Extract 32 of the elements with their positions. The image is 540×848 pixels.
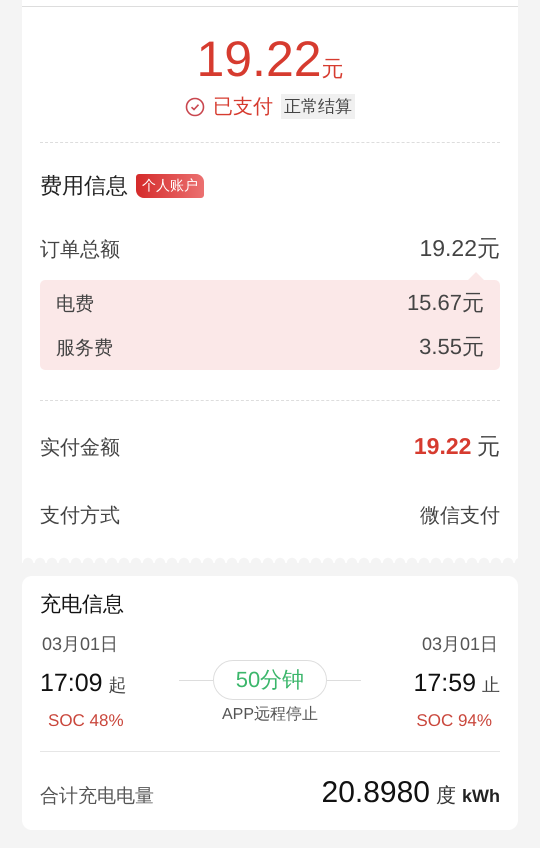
time-text: 17:59: [413, 669, 476, 698]
row-label: 支付方式: [40, 504, 120, 529]
time-text: 17:09: [40, 669, 103, 698]
row-value: 19.22 元: [414, 432, 500, 461]
section-title: 充电信息: [40, 593, 124, 616]
row-label: 实付金额: [40, 436, 120, 461]
row-value: 19.22元: [419, 234, 500, 263]
row-label: 订单总额: [40, 238, 120, 263]
energy-label: 合计充电电量: [40, 785, 154, 809]
duration-pill: 50分钟: [212, 660, 328, 700]
time-label: 起: [108, 674, 127, 697]
date-text: 03月01日: [41, 633, 120, 656]
soc-text: SOC 94%: [415, 711, 493, 731]
settlement-tag: 正常结算: [281, 94, 355, 119]
energy-unit: 度: [436, 784, 456, 809]
row-value: 3.55元: [419, 333, 484, 361]
payment-status: 已支付: [213, 95, 273, 120]
section-title: 费用信息: [40, 172, 128, 200]
date-text: 03月01日: [420, 633, 499, 656]
paid-amount: 19.22: [196, 31, 322, 87]
energy-value: 20.8980: [322, 776, 430, 810]
account-badge: 个人账户: [136, 174, 204, 198]
row-value: 15.67元: [406, 289, 484, 317]
check-circle-icon: [185, 96, 205, 116]
time-label: 止: [482, 674, 500, 697]
row-label: 服务费: [56, 337, 113, 361]
energy-unit: kWh: [462, 786, 500, 807]
row-label: 电费: [56, 293, 94, 317]
soc-text: SOC 48%: [47, 711, 125, 731]
currency-unit: 元: [322, 55, 344, 83]
row-value: 微信支付: [420, 504, 500, 529]
stop-reason: APP远程停止: [222, 704, 318, 725]
